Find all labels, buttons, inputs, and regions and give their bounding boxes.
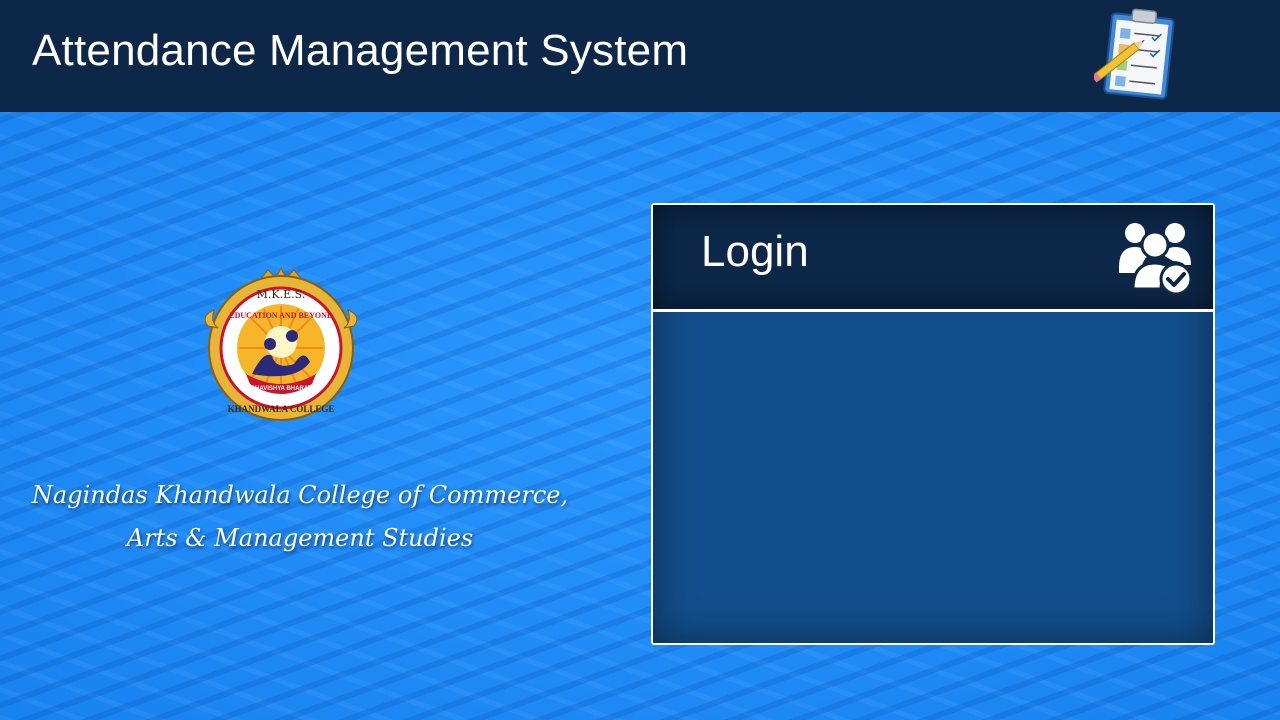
college-name-line2: Arts & Management Studies [126, 524, 474, 552]
top-header-bar: Attendance Management System [0, 0, 1280, 112]
login-panel: Login [651, 203, 1215, 645]
attendance-clipboard-icon [1094, 8, 1175, 100]
login-panel-header: Login [653, 205, 1213, 312]
app-title: Attendance Management System [32, 26, 689, 75]
logo-ring-text: EDUCATION AND BEYOND [229, 311, 333, 320]
login-title: Login [701, 227, 809, 276]
logo-banner-text: BHAVISHYA BHARAT [251, 386, 312, 392]
college-logo: M.K.E.S. EDUCATION AND BEYOND BHAVISHYA … [204, 266, 358, 421]
login-panel-body [653, 312, 1213, 643]
logo-bottom-text: KHANDWALA COLLEGE [228, 404, 335, 414]
college-name: Nagindas Khandwala College of Commerce, … [20, 474, 580, 560]
logo-top-text: M.K.E.S. [257, 288, 306, 301]
college-name-line1: Nagindas Khandwala College of Commerce, [31, 481, 569, 509]
users-check-icon [1119, 223, 1193, 295]
